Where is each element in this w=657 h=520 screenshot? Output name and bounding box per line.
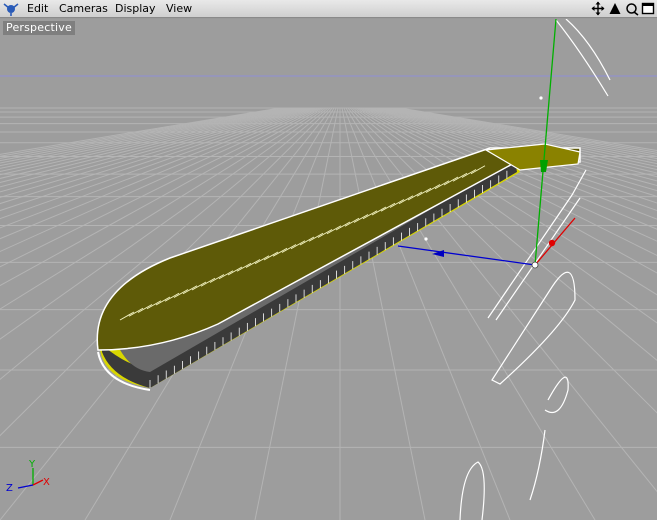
gizmo-x-handle[interactable] bbox=[548, 239, 556, 247]
menu-view[interactable]: View bbox=[164, 2, 194, 16]
world-x-label: X bbox=[43, 477, 50, 488]
menu-bar: Edit Cameras Display View bbox=[0, 0, 657, 18]
zoom-view-icon[interactable] bbox=[608, 1, 622, 16]
perspective-viewport[interactable]: Y X Z Perspective bbox=[0, 19, 657, 520]
menu-display[interactable]: Display bbox=[113, 2, 158, 16]
world-y-label: Y bbox=[28, 459, 36, 470]
world-z-label: Z bbox=[6, 483, 13, 494]
viewport-canvas[interactable]: Y X Z bbox=[0, 19, 657, 520]
app-logo-icon[interactable] bbox=[3, 2, 19, 16]
pivot-dot bbox=[539, 96, 543, 100]
move-view-icon[interactable] bbox=[591, 1, 605, 16]
center-dot bbox=[424, 237, 428, 241]
gizmo-center[interactable] bbox=[531, 261, 539, 269]
maximize-view-icon[interactable] bbox=[641, 1, 655, 16]
menu-edit[interactable]: Edit bbox=[25, 2, 50, 16]
menu-cameras[interactable]: Cameras bbox=[57, 2, 110, 16]
rotate-view-icon[interactable] bbox=[625, 1, 639, 16]
viewport-camera-label: Perspective bbox=[3, 21, 75, 35]
